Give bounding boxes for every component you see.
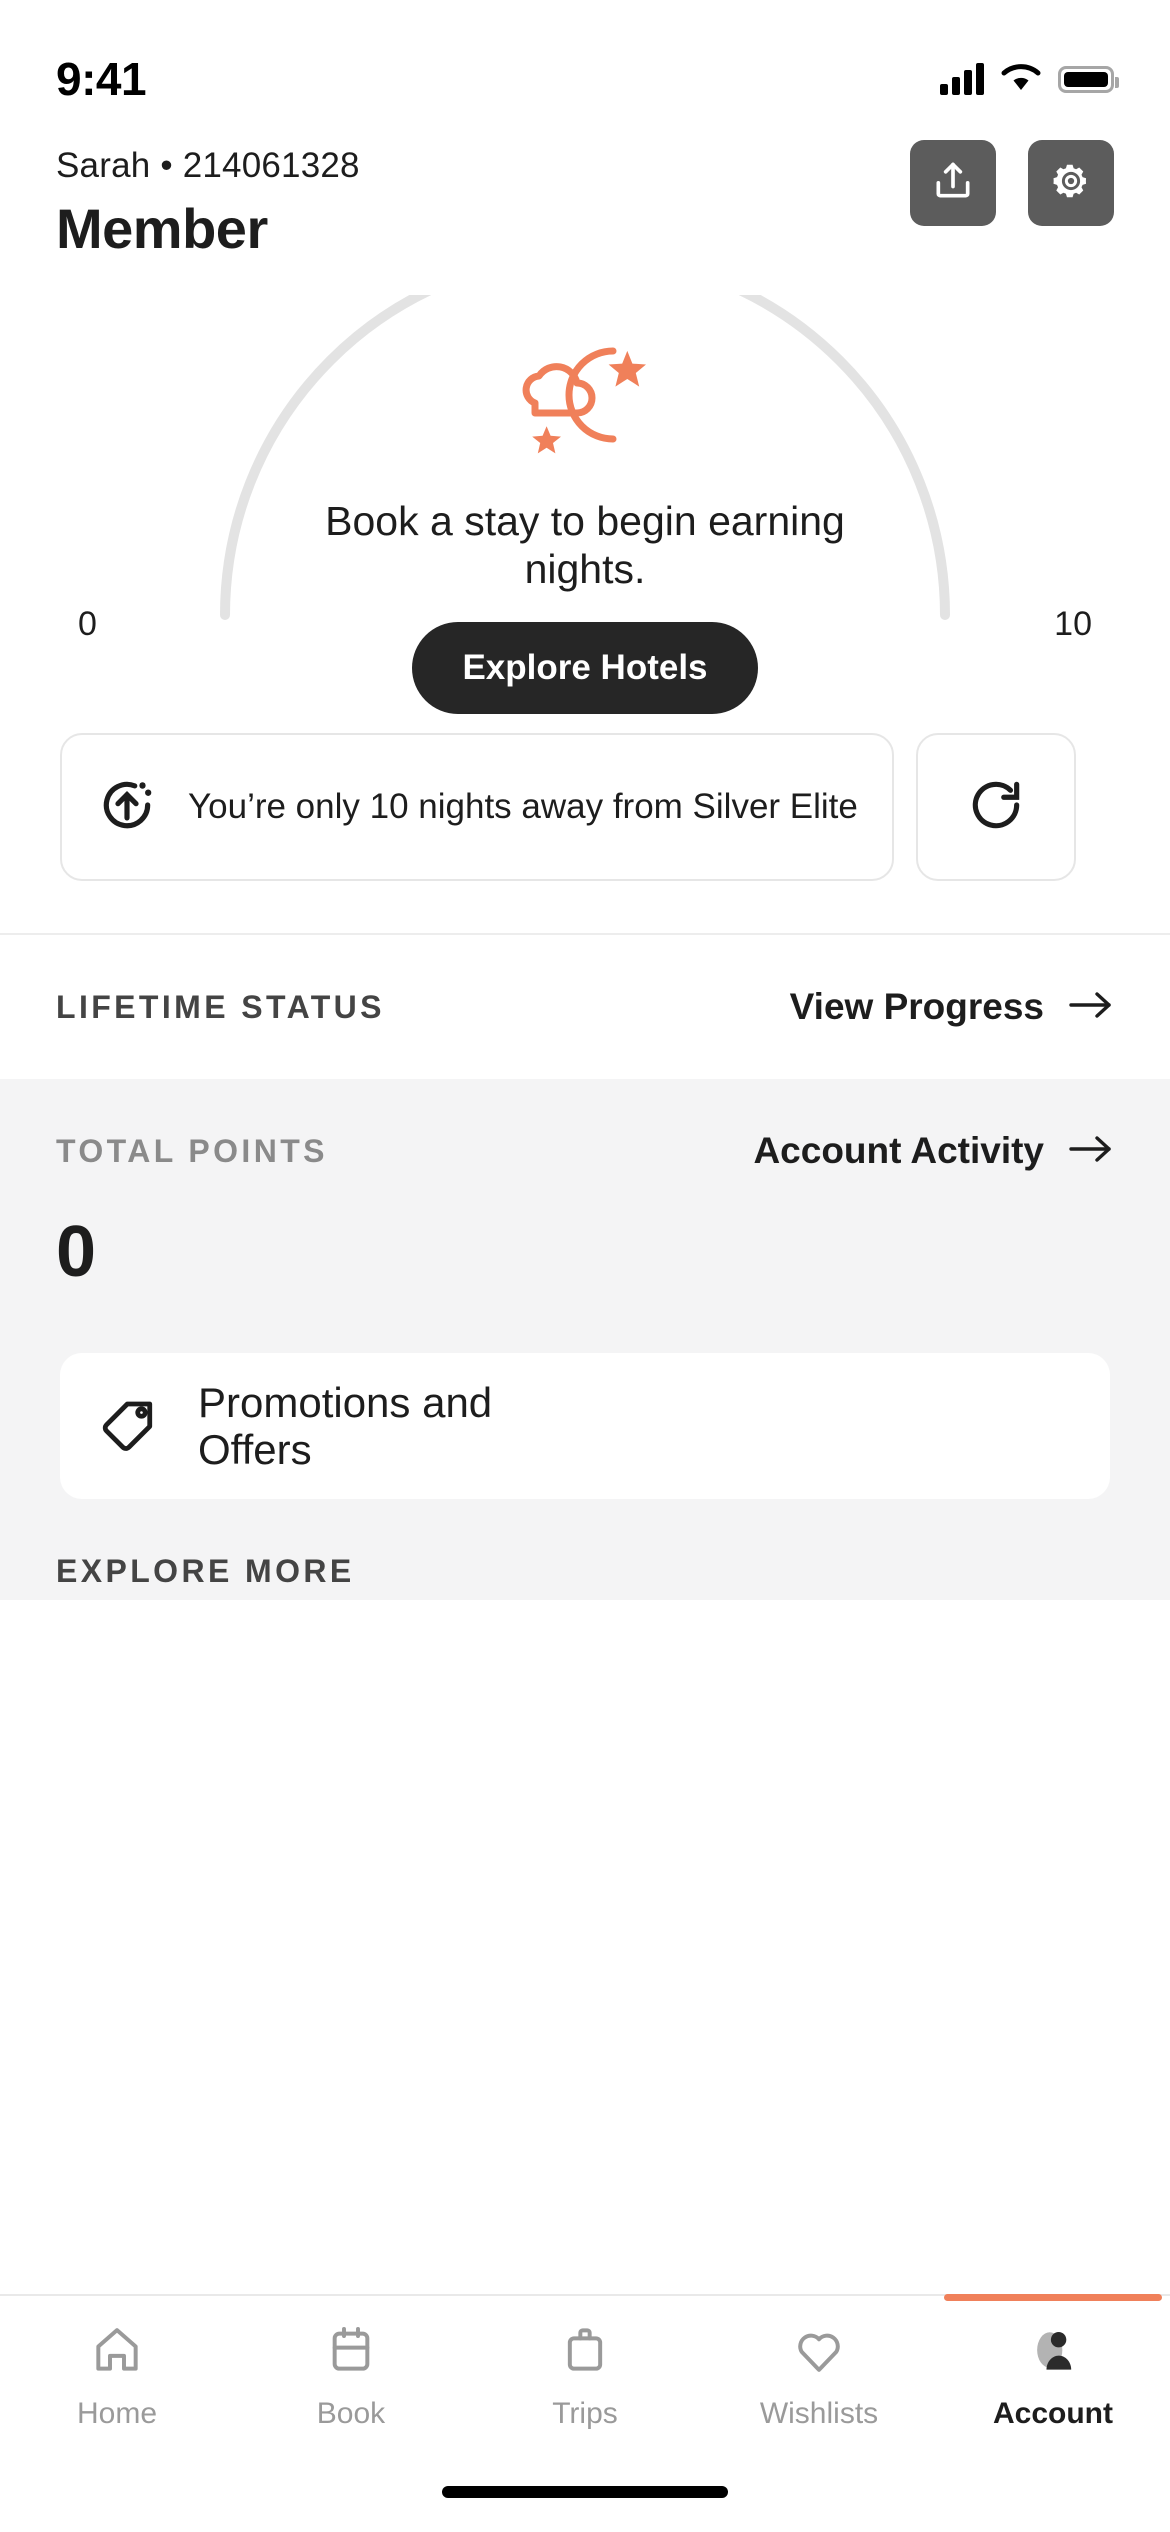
view-progress-link[interactable]: View Progress: [790, 986, 1114, 1028]
tab-wishlists[interactable]: Wishlists: [702, 2296, 936, 2464]
tab-trips[interactable]: Trips: [468, 2296, 702, 2464]
account-activity-label: Account Activity: [753, 1130, 1044, 1171]
wifi-icon: [1000, 61, 1042, 98]
arrow-up-progress-icon: [96, 774, 158, 841]
battery-icon: [1058, 65, 1119, 93]
header-actions: [910, 136, 1114, 226]
tab-label-wishlists: Wishlists: [759, 2397, 879, 2430]
bottom-navigation: Home Book Trips Wishlists Account: [0, 2294, 1170, 2532]
house-icon: [89, 2322, 145, 2383]
share-button[interactable]: [910, 140, 996, 226]
briefcase-icon: [557, 2322, 613, 2383]
tab-home[interactable]: Home: [0, 2296, 234, 2464]
points-section: TOTAL POINTS Account Activity 0 Promotio…: [0, 1079, 1170, 1600]
total-points-row: TOTAL POINTS Account Activity: [0, 1079, 1170, 1223]
cellular-signal-icon: [940, 63, 984, 95]
tab-label-book: Book: [316, 2397, 386, 2430]
lifetime-status-label: LIFETIME STATUS: [56, 988, 385, 1025]
tab-label-home: Home: [76, 2397, 158, 2430]
explore-more-label: EXPLORE MORE: [56, 1553, 355, 1589]
tab-label-trips: Trips: [552, 2397, 618, 2430]
account-header: Sarah • 214061328 Member: [0, 118, 1170, 261]
arrow-right-icon: [1068, 988, 1114, 1027]
status-bar-time: 9:41: [56, 53, 147, 105]
refresh-icon: [965, 774, 1027, 841]
view-progress-label: View Progress: [789, 986, 1044, 1027]
total-points-value: 0: [56, 1212, 96, 1292]
tag-icon: [98, 1392, 162, 1461]
moon-cloud-stars-icon: [505, 335, 665, 470]
notification-card[interactable]: [915, 733, 1076, 881]
settings-button[interactable]: [1028, 140, 1114, 226]
calendar-icon: [323, 2322, 379, 2383]
status-bar: 9:41: [0, 0, 1170, 118]
tab-label-account: Account: [993, 2397, 1113, 2430]
notification-text: You’re only 10 nights away from Silver E…: [188, 787, 858, 826]
person-icon: [1025, 2322, 1081, 2383]
lifetime-status-row: LIFETIME STATUS View Progress: [0, 935, 1170, 1079]
explore-hotels-button[interactable]: Explore Hotels: [412, 621, 758, 714]
progress-message: Book a stay to begin earning nights.: [325, 498, 845, 592]
account-activity-link[interactable]: Account Activity: [753, 1130, 1114, 1172]
member-id-line: Sarah • 214061328: [56, 146, 360, 185]
notification-card[interactable]: You’re only 10 nights away from Silver E…: [60, 733, 894, 881]
member-info: Sarah • 214061328 Member: [56, 136, 360, 261]
home-indicator: [442, 2486, 728, 2498]
status-bar-indicators: [940, 61, 1119, 98]
gear-icon: [1050, 160, 1092, 207]
promotions-card[interactable]: Promotions and Offers: [60, 1353, 1110, 1499]
notification-carousel[interactable]: You’re only 10 nights away from Silver E…: [0, 733, 1170, 881]
total-points-label: TOTAL POINTS: [56, 1132, 328, 1169]
tab-book[interactable]: Book: [234, 2296, 468, 2464]
arrow-right-icon: [1068, 1132, 1114, 1171]
tab-account[interactable]: Account: [936, 2294, 1170, 2464]
promotions-label: Promotions and Offers: [198, 1378, 493, 1473]
nights-progress-arc: 0 10 Book a stay to begin earning nights…: [0, 295, 1170, 714]
arc-center-content: Book a stay to begin earning nights. Exp…: [0, 335, 1170, 714]
heart-icon: [791, 2322, 847, 2383]
share-icon: [931, 159, 975, 208]
page-title: Member: [56, 197, 268, 260]
